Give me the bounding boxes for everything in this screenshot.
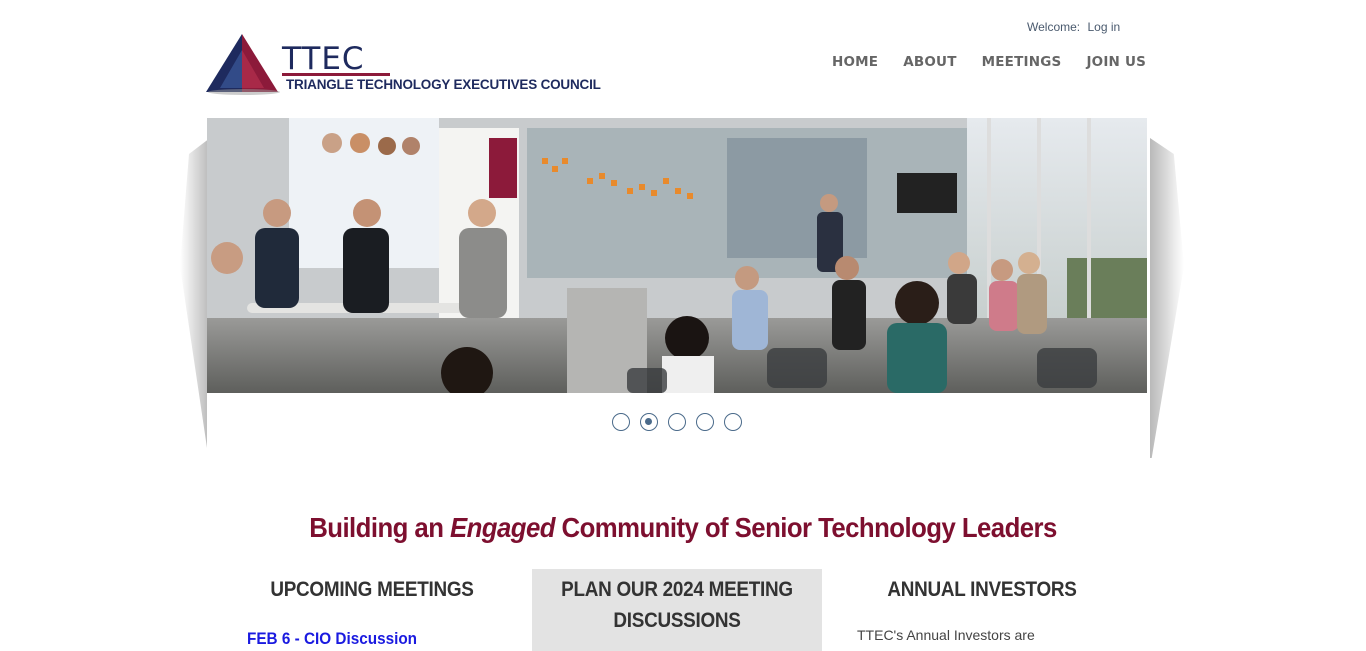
site-logo[interactable]: TTEC TRIANGLE TECHNOLOGY EXECUTIVES COUN… [206, 32, 601, 96]
slider-dots [207, 413, 1147, 431]
plan-title-line1: PLAN OUR 2024 MEETING [561, 578, 793, 601]
page-headline: Building an Engaged Community of Senior … [55, 512, 1312, 544]
meeting-photo-image [207, 118, 1147, 393]
plan-title-line2: DISCUSSIONS [613, 609, 741, 632]
plan-meetings-section[interactable]: PLAN OUR 2024 MEETING DISCUSSIONS [532, 569, 822, 651]
logo-underline [282, 73, 390, 76]
meeting-link-feb6[interactable]: FEB 6 - CIO Discussion [247, 629, 417, 649]
slider-shadow-left [180, 138, 210, 458]
hero-slider [180, 118, 1184, 463]
nav-meetings[interactable]: MEETINGS [982, 54, 1062, 70]
annual-investors-title: ANNUAL INVESTORS [887, 578, 1077, 601]
slider-frame [207, 118, 1147, 459]
slide-photo[interactable] [207, 118, 1147, 393]
logo-title: TTEC [282, 41, 365, 77]
nav-about[interactable]: ABOUT [903, 54, 956, 70]
welcome-bar: Welcome: Log in [1027, 20, 1120, 34]
plan-meetings-title: PLAN OUR 2024 MEETING DISCUSSIONS [547, 574, 808, 636]
login-link[interactable]: Log in [1087, 20, 1120, 34]
annual-investors-section: ANNUAL INVESTORS TTEC's Annual Investors… [842, 569, 1122, 643]
main-nav: HOME ABOUT MEETINGS JOIN US [832, 54, 1146, 70]
slider-dot-4[interactable] [696, 413, 714, 431]
logo-subtitle: TRIANGLE TECHNOLOGY EXECUTIVES COUNCIL [286, 77, 601, 92]
slider-dot-1[interactable] [612, 413, 630, 431]
triangle-logo-icon [206, 34, 280, 95]
investors-text: TTEC's Annual Investors are [857, 627, 1035, 643]
headline-before: Building an [309, 512, 444, 543]
upcoming-meetings-title: UPCOMING MEETINGS [270, 578, 474, 601]
nav-home[interactable]: HOME [832, 54, 878, 70]
nav-join-us[interactable]: JOIN US [1086, 54, 1146, 70]
headline-emphasis: Engaged [449, 512, 555, 543]
slider-shadow-right [1150, 138, 1184, 458]
upcoming-meetings-section: UPCOMING MEETINGS FEB 6 - CIO Discussion [232, 569, 512, 648]
headline-after: Community of Senior Technology Leaders [561, 512, 1058, 543]
welcome-label: Welcome: [1027, 20, 1081, 34]
slider-dot-5[interactable] [724, 413, 742, 431]
slider-dot-2[interactable] [640, 413, 658, 431]
slider-dot-3[interactable] [668, 413, 686, 431]
